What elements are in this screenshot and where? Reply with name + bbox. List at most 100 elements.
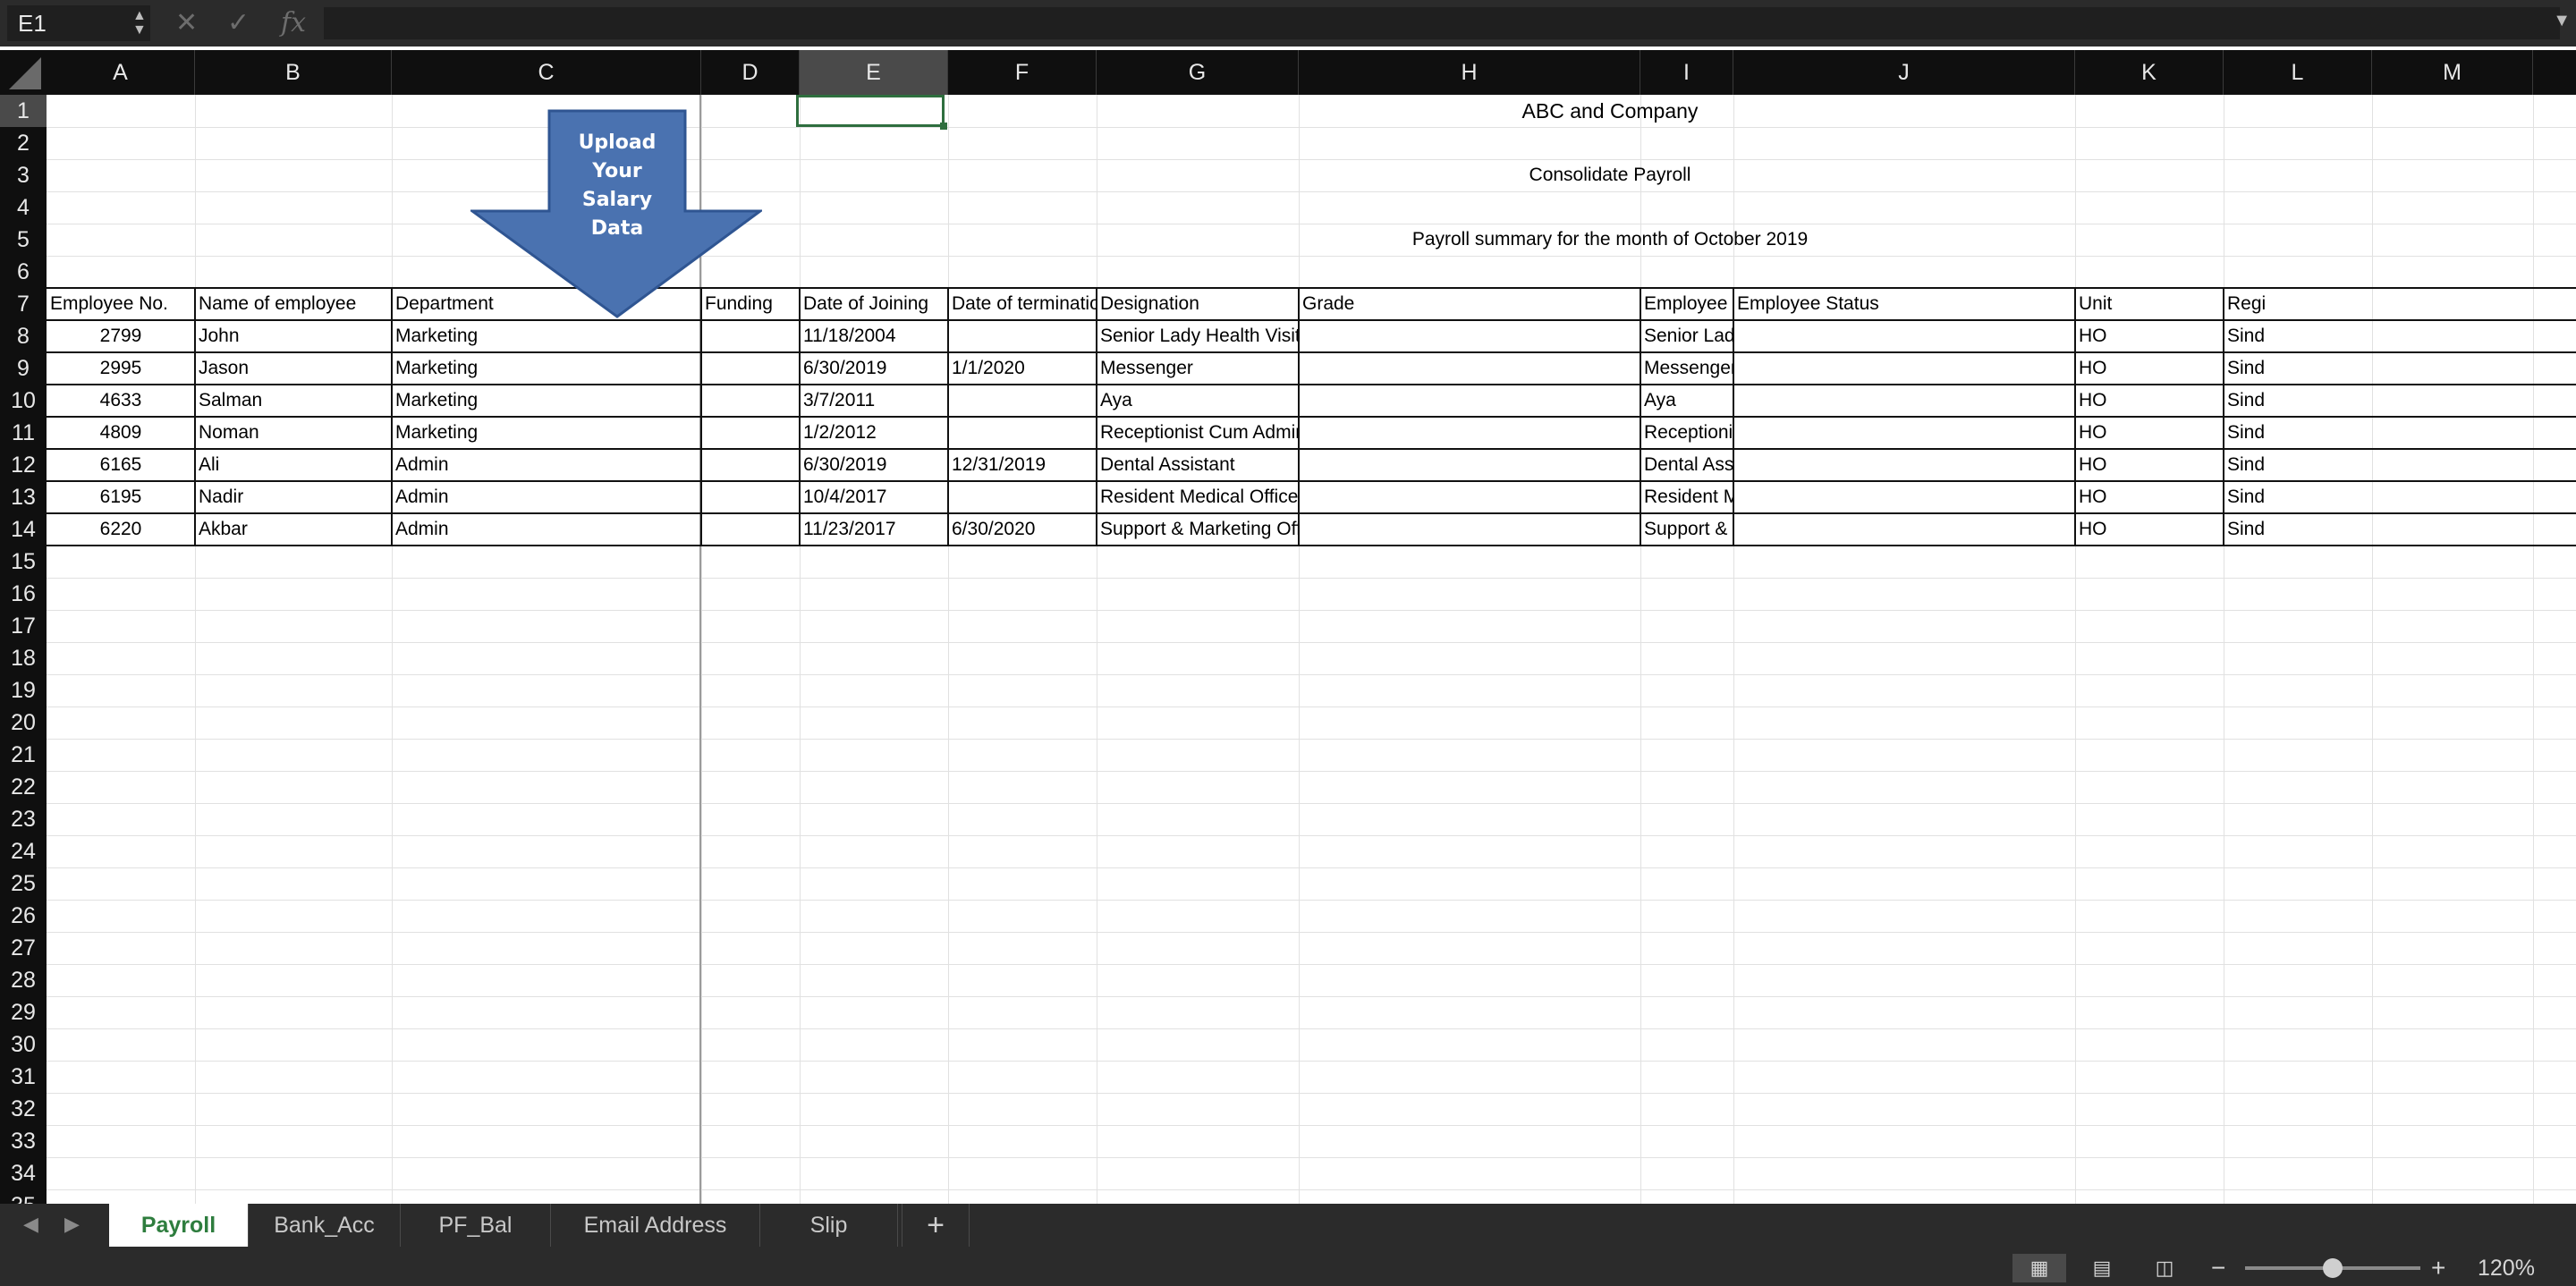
table-header-cell[interactable]: Date of termination	[948, 288, 1097, 320]
table-cell[interactable]	[1733, 481, 2075, 513]
table-cell[interactable]: Noman	[195, 417, 392, 449]
table-cell[interactable]	[701, 352, 800, 385]
table-cell[interactable]	[1733, 320, 2075, 352]
table-cell[interactable]: 6195	[47, 481, 195, 513]
row-header-23[interactable]: 23	[0, 803, 47, 835]
table-cell[interactable]: 4633	[47, 385, 195, 417]
table-cell[interactable]	[1299, 385, 1640, 417]
table-cell[interactable]: Senior Lady Health Visitor II	[1097, 320, 1299, 352]
table-cell[interactable]: HO	[2075, 481, 2224, 513]
table-cell[interactable]: Dental Assistant	[1640, 449, 1733, 481]
sheet-tab-bank-acc[interactable]: Bank_Acc	[249, 1204, 401, 1247]
row-header-17[interactable]: 17	[0, 610, 47, 642]
upload-callout[interactable]: Upload Your Salary Data	[468, 109, 765, 318]
row-header-20[interactable]: 20	[0, 706, 47, 739]
row-header-4[interactable]: 4	[0, 191, 47, 224]
row-header-15[interactable]: 15	[0, 546, 47, 578]
row-header-22[interactable]: 22	[0, 771, 47, 803]
table-cell[interactable]: Sind	[2224, 417, 2372, 449]
name-box[interactable]: E1 ▲ ▼	[7, 5, 150, 41]
column-header-e[interactable]: E	[800, 50, 948, 95]
table-cell[interactable]: 3/7/2011	[800, 385, 948, 417]
table-cell[interactable]	[1733, 352, 2075, 385]
table-cell[interactable]: 11/18/2004	[800, 320, 948, 352]
selected-cell[interactable]	[796, 95, 947, 130]
table-cell[interactable]: Admin	[392, 481, 701, 513]
column-header-m[interactable]: M	[2372, 50, 2533, 95]
table-cell[interactable]	[1733, 513, 2075, 546]
table-cell[interactable]: Admin	[392, 449, 701, 481]
table-cell[interactable]: Ali	[195, 449, 392, 481]
table-cell[interactable]	[1299, 449, 1640, 481]
table-cell[interactable]: Receptionist Cum Admin Assistant	[1640, 417, 1733, 449]
row-header-13[interactable]: 13	[0, 481, 47, 513]
row-header-34[interactable]: 34	[0, 1157, 47, 1189]
column-header-f[interactable]: F	[948, 50, 1097, 95]
table-cell[interactable]: 4809	[47, 417, 195, 449]
table-cell[interactable]: Messenger	[1640, 352, 1733, 385]
table-cell[interactable]: Dental Assistant	[1097, 449, 1299, 481]
row-header-11[interactable]: 11	[0, 417, 47, 449]
table-cell[interactable]: Admin	[392, 513, 701, 546]
table-cell[interactable]	[1733, 449, 2075, 481]
table-cell[interactable]: 6/30/2019	[800, 352, 948, 385]
table-cell[interactable]: HO	[2075, 417, 2224, 449]
row-header-1[interactable]: 1	[0, 95, 47, 127]
table-cell[interactable]	[701, 513, 800, 546]
table-cell[interactable]	[1299, 481, 1640, 513]
table-cell[interactable]	[701, 385, 800, 417]
table-cell[interactable]: Sind	[2224, 320, 2372, 352]
table-cell[interactable]: Marketing	[392, 417, 701, 449]
table-header-cell[interactable]: Employee No.	[47, 288, 195, 320]
sheet-tab-email-address[interactable]: Email Address	[551, 1204, 760, 1247]
column-header-d[interactable]: D	[701, 50, 800, 95]
row-header-29[interactable]: 29	[0, 996, 47, 1028]
table-cell[interactable]: HO	[2075, 320, 2224, 352]
column-header-i[interactable]: I	[1640, 50, 1733, 95]
zoom-slider-knob[interactable]	[2323, 1258, 2343, 1278]
table-cell[interactable]: Sind	[2224, 449, 2372, 481]
cancel-icon[interactable]: ✕	[175, 5, 198, 41]
row-header-19[interactable]: 19	[0, 674, 47, 706]
row-header-5[interactable]: 5	[0, 224, 47, 256]
page-break-preview-icon[interactable]: ◫	[2138, 1254, 2191, 1282]
table-cell[interactable]	[948, 481, 1097, 513]
table-cell[interactable]: Resident Medical Officer (RMO)	[1097, 481, 1299, 513]
table-cell[interactable]: Aya	[1640, 385, 1733, 417]
table-header-cell[interactable]: Employee Status	[1733, 288, 2075, 320]
sheet-tab-pf-bal[interactable]: PF_Bal	[401, 1204, 551, 1247]
add-sheet-button[interactable]: +	[902, 1204, 970, 1247]
row-header-3[interactable]: 3	[0, 159, 47, 191]
table-cell[interactable]: Receptionist Cum Admin Assistant	[1097, 417, 1299, 449]
row-header-28[interactable]: 28	[0, 964, 47, 996]
table-cell[interactable]: Resident Medical Officer (RMO)	[1640, 481, 1733, 513]
table-cell[interactable]: Senior Lady Health Visitor II	[1640, 320, 1733, 352]
row-header-27[interactable]: 27	[0, 932, 47, 964]
table-cell[interactable]: Sind	[2224, 385, 2372, 417]
table-cell[interactable]: John	[195, 320, 392, 352]
table-cell[interactable]: Sind	[2224, 481, 2372, 513]
table-cell[interactable]: 1/2/2012	[800, 417, 948, 449]
formula-input[interactable]	[324, 7, 2560, 39]
table-cell[interactable]: 6/30/2020	[948, 513, 1097, 546]
table-header-cell[interactable]: Regi	[2224, 288, 2372, 320]
table-cell[interactable]: Jason	[195, 352, 392, 385]
row-header-7[interactable]: 7	[0, 288, 47, 320]
table-header-cell[interactable]: Grade	[1299, 288, 1640, 320]
column-header-c[interactable]: C	[392, 50, 701, 95]
table-cell[interactable]	[1299, 513, 1640, 546]
table-header-cell[interactable]: Name of employee	[195, 288, 392, 320]
table-cell[interactable]: 2995	[47, 352, 195, 385]
row-header-26[interactable]: 26	[0, 900, 47, 932]
table-cell[interactable]: 2799	[47, 320, 195, 352]
table-cell[interactable]: Marketing	[392, 385, 701, 417]
table-cell[interactable]	[948, 417, 1097, 449]
table-cell[interactable]: Salman	[195, 385, 392, 417]
table-cell[interactable]: Marketing	[392, 352, 701, 385]
column-header-k[interactable]: K	[2075, 50, 2224, 95]
table-cell[interactable]	[948, 385, 1097, 417]
table-cell[interactable]: Sind	[2224, 352, 2372, 385]
row-header-32[interactable]: 32	[0, 1093, 47, 1125]
zoom-out-icon[interactable]: −	[2211, 1250, 2225, 1286]
table-cell[interactable]: HO	[2075, 385, 2224, 417]
